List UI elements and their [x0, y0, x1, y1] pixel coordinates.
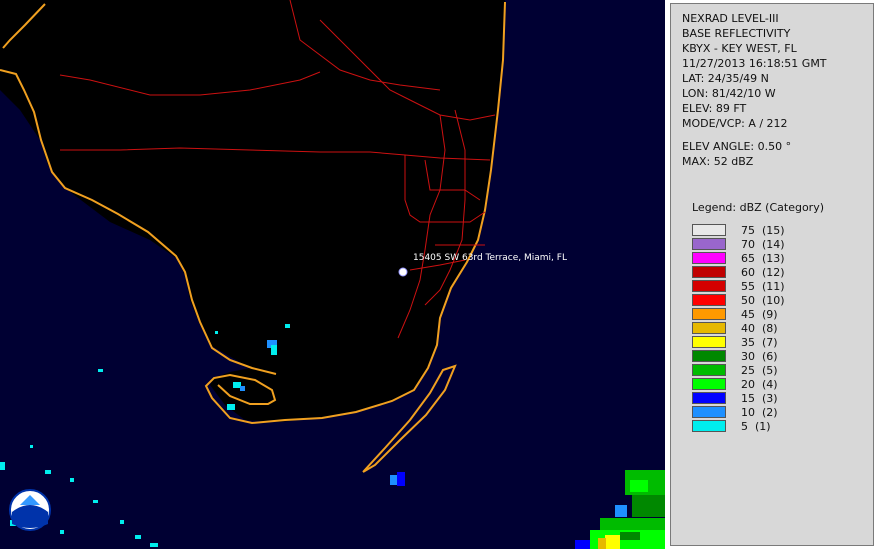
legend-swatch	[692, 224, 726, 236]
legend-swatch	[692, 266, 726, 278]
legend: 75 (15) 70 (14) 65 (13) 60 (12) 55 (11) 50 (1…	[692, 223, 785, 433]
legend-label: 70 (14)	[741, 237, 785, 251]
florida-land	[0, 0, 505, 422]
legend-label: 30 (6)	[741, 349, 778, 363]
legend-row: 50 (10)	[692, 293, 785, 307]
legend-swatch	[692, 392, 726, 404]
location-label: 15405 SW 63rd Terrace, Miami, FL	[413, 253, 567, 263]
legend-swatch	[692, 350, 726, 362]
latitude: LAT: 24/35/49 N	[682, 72, 769, 85]
station-name: KBYX - KEY WEST, FL	[682, 42, 797, 55]
legend-row: 55 (11)	[692, 279, 785, 293]
legend-label: 45 (9)	[741, 307, 778, 321]
legend-swatch	[692, 280, 726, 292]
legend-row: 40 (8)	[692, 321, 785, 335]
legend-row: 20 (4)	[692, 377, 785, 391]
legend-row: 25 (5)	[692, 363, 785, 377]
legend-label: 65 (13)	[741, 251, 785, 265]
legend-swatch	[692, 364, 726, 376]
datetime: 11/27/2013 16:18:51 GMT	[682, 57, 827, 70]
legend-row: 70 (14)	[692, 237, 785, 251]
legend-row: 35 (7)	[692, 335, 785, 349]
info-panel: NEXRAD LEVEL-III BASE REFLECTIVITY KBYX …	[670, 3, 874, 546]
legend-swatch	[692, 420, 726, 432]
legend-swatch	[692, 322, 726, 334]
max-dbz: MAX: 52 dBZ	[682, 155, 754, 168]
elev-angle: ELEV ANGLE: 0.50 °	[682, 140, 792, 153]
legend-row: 10 (2)	[692, 405, 785, 419]
legend-row: 75 (15)	[692, 223, 785, 237]
location-marker[interactable]	[398, 267, 408, 277]
mode-vcp: MODE/VCP: A / 212	[682, 117, 788, 130]
legend-label: 5 (1)	[741, 419, 771, 433]
legend-label: 50 (10)	[741, 293, 785, 307]
station-info: NEXRAD LEVEL-III BASE REFLECTIVITY KBYX …	[682, 11, 827, 169]
legend-swatch	[692, 378, 726, 390]
radar-map[interactable]: 15405 SW 63rd Terrace, Miami, FL	[0, 0, 665, 549]
product-name: NEXRAD LEVEL-III	[682, 12, 779, 25]
legend-swatch	[692, 308, 726, 320]
legend-row: 5 (1)	[692, 419, 785, 433]
legend-row: 45 (9)	[692, 307, 785, 321]
legend-label: 10 (2)	[741, 405, 778, 419]
legend-label: 25 (5)	[741, 363, 778, 377]
legend-swatch	[692, 336, 726, 348]
legend-swatch	[692, 238, 726, 250]
legend-label: 60 (12)	[741, 265, 785, 279]
legend-title: Legend: dBZ (Category)	[692, 201, 824, 214]
legend-swatch	[692, 252, 726, 264]
legend-row: 30 (6)	[692, 349, 785, 363]
legend-label: 20 (4)	[741, 377, 778, 391]
legend-label: 75 (15)	[741, 223, 785, 237]
legend-label: 40 (8)	[741, 321, 778, 335]
noaa-logo	[9, 489, 51, 531]
map-canvas	[0, 0, 665, 549]
legend-label: 35 (7)	[741, 335, 778, 349]
legend-swatch	[692, 294, 726, 306]
longitude: LON: 81/42/10 W	[682, 87, 776, 100]
legend-row: 60 (12)	[692, 265, 785, 279]
legend-swatch	[692, 406, 726, 418]
product-type: BASE REFLECTIVITY	[682, 27, 791, 40]
legend-label: 55 (11)	[741, 279, 785, 293]
legend-row: 65 (13)	[692, 251, 785, 265]
legend-label: 15 (3)	[741, 391, 778, 405]
legend-row: 15 (3)	[692, 391, 785, 405]
elevation: ELEV: 89 FT	[682, 102, 747, 115]
